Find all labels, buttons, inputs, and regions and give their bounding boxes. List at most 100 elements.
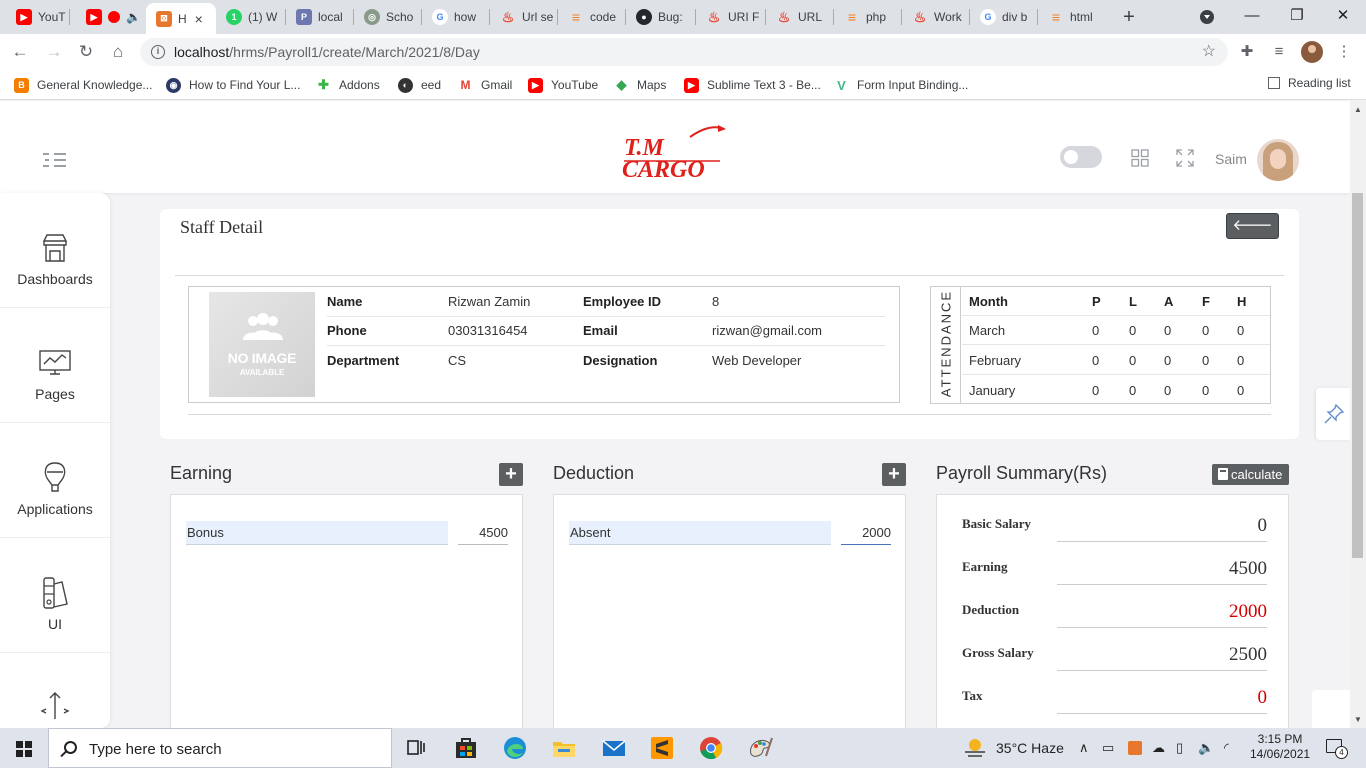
scroll-up-icon[interactable]: ▲ xyxy=(1354,105,1362,114)
extensions-icon[interactable]: ✚ xyxy=(1237,42,1257,62)
restore-icon[interactable]: ❐ xyxy=(1284,4,1310,28)
browser-tab-html[interactable]: ≡ html xyxy=(1038,4,1106,30)
store-app-icon[interactable] xyxy=(452,734,480,762)
deduction-amount-field[interactable]: 2000 xyxy=(841,521,891,545)
tab-search-icon[interactable] xyxy=(1200,10,1214,24)
chrome-icon[interactable] xyxy=(697,734,725,762)
bookmark-addons[interactable]: ✚ Addons xyxy=(316,76,380,94)
sidebar-item-dashboards[interactable]: Dashboards xyxy=(0,193,110,308)
browser-tab-youtube-muted[interactable]: ▶ 🔈 xyxy=(76,4,146,30)
browser-profile-avatar[interactable] xyxy=(1301,41,1323,63)
system-clock[interactable]: 3:15 PM 14/06/2021 xyxy=(1250,732,1310,762)
back-button[interactable]: 🡐 xyxy=(1226,213,1279,239)
browser-tab-phpmyadmin[interactable]: Plocal xyxy=(286,4,354,30)
browser-tab-code[interactable]: ≡ code xyxy=(558,4,626,30)
fullscreen-icon[interactable] xyxy=(1176,149,1194,167)
user-name[interactable]: Saim xyxy=(1215,151,1247,167)
browser-tab-whatsapp[interactable]: 1 (1) W xyxy=(216,4,286,30)
company-logo[interactable]: T.M CARGO xyxy=(620,123,730,193)
bookmark-gmail[interactable]: M Gmail xyxy=(458,76,513,94)
bookmark-maps[interactable]: ◆ Maps xyxy=(614,76,667,94)
bookmark-general-knowledge[interactable]: B General Knowledge... xyxy=(14,76,152,94)
tax-value[interactable]: 0 xyxy=(1057,687,1267,714)
wifi-icon[interactable]: ◜ xyxy=(1224,740,1229,756)
home-icon[interactable]: ⌂ xyxy=(106,40,130,64)
back-arrow-icon[interactable]: ← xyxy=(8,40,32,64)
address-bar[interactable]: i localhost/hrms/Payroll1/create/March/2… xyxy=(140,38,1228,66)
bookmark-how-to-find[interactable]: ◉ How to Find Your L... xyxy=(166,76,300,94)
bookmark-eed[interactable]: ◐ eed xyxy=(398,76,441,94)
weather-haze-icon[interactable] xyxy=(962,736,988,760)
browser-tab-work[interactable]: ♨ Work xyxy=(902,4,970,30)
grid-icon[interactable] xyxy=(1131,149,1149,167)
file-explorer-icon[interactable] xyxy=(550,734,578,762)
new-tab-button[interactable]: + xyxy=(1119,5,1139,29)
sidebar-item-ui[interactable]: UI xyxy=(0,538,110,653)
browser-tab-url-se[interactable]: ♨ Url se xyxy=(490,4,558,30)
browser-tab-school[interactable]: ◎ Scho xyxy=(354,4,422,30)
taskbar-search[interactable]: Type here to search xyxy=(48,728,392,768)
battery-icon[interactable]: ▯ xyxy=(1176,740,1183,756)
url-text[interactable]: localhost/hrms/Payroll1/create/March/202… xyxy=(174,44,480,60)
close-window-icon[interactable]: ✕ xyxy=(1330,4,1356,28)
basic-salary-value[interactable]: 0 xyxy=(1057,515,1267,542)
forward-arrow-icon[interactable]: → xyxy=(42,40,66,64)
notification-center-icon[interactable]: 4 xyxy=(1326,739,1348,759)
bookmark-sublime[interactable]: ▶ Sublime Text 3 - Be... xyxy=(684,76,821,94)
browser-tab-youtube[interactable]: ▶ YouT xyxy=(6,4,70,30)
browser-tab-div-b[interactable]: Gdiv b xyxy=(970,4,1038,30)
reading-list-button[interactable]: Reading list xyxy=(1268,76,1351,90)
deduction-name-field[interactable]: Absent xyxy=(569,521,831,545)
sublime-text-icon[interactable] xyxy=(648,734,676,762)
minimize-icon[interactable]: — xyxy=(1239,4,1265,28)
paint-icon[interactable] xyxy=(746,734,774,762)
pin-button[interactable] xyxy=(1316,388,1350,440)
browser-tab-url[interactable]: ♨ URL xyxy=(766,4,834,30)
speaker-icon[interactable]: 🔈 xyxy=(126,10,141,24)
windows-start-icon[interactable] xyxy=(16,741,32,757)
sidebar-item-applications[interactable]: Applications xyxy=(0,423,110,538)
close-tab-icon[interactable]: × xyxy=(195,11,203,27)
xampp-tray-icon[interactable] xyxy=(1128,741,1142,755)
browser-tab-php[interactable]: ≡ php xyxy=(834,4,902,30)
site-info-icon[interactable]: i xyxy=(151,45,165,59)
weather-text[interactable]: 35°C Haze xyxy=(996,740,1064,756)
volume-icon[interactable]: 🔈 xyxy=(1198,740,1214,756)
task-view-icon[interactable] xyxy=(402,734,430,762)
bookmark-youtube[interactable]: ▶ YouTube xyxy=(528,76,598,94)
att-p: 0 xyxy=(1092,323,1100,338)
deduction-total-value[interactable]: 2000 xyxy=(1057,601,1267,628)
floating-panel[interactable] xyxy=(1312,690,1350,728)
earning-amount-field[interactable]: 4500 xyxy=(458,521,508,545)
browser-tab-hrms[interactable]: ⊠ H × xyxy=(146,3,216,34)
earning-name-field[interactable]: Bonus xyxy=(186,521,448,545)
clock-time: 3:15 PM xyxy=(1257,732,1303,746)
gross-salary-value[interactable]: 2500 xyxy=(1057,644,1267,671)
network-adapter-icon[interactable]: ▭ xyxy=(1102,740,1114,756)
browser-tab-uri-f[interactable]: ♨ URI F xyxy=(696,4,766,30)
user-avatar[interactable] xyxy=(1257,139,1299,181)
earning-panel: Bonus 4500 xyxy=(170,494,523,734)
earning-total-value[interactable]: 4500 xyxy=(1057,558,1267,585)
browser-menu-icon[interactable]: ⋮ xyxy=(1334,42,1354,62)
browser-tab-github[interactable]: ● Bug: xyxy=(626,4,696,30)
scroll-down-icon[interactable]: ▼ xyxy=(1354,715,1362,724)
bookmark-form-input[interactable]: V Form Input Binding... xyxy=(834,76,968,94)
mail-icon[interactable] xyxy=(600,734,628,762)
onedrive-icon[interactable]: ☁ xyxy=(1152,740,1165,756)
page-scrollbar[interactable]: ▲ ▼ xyxy=(1350,101,1366,728)
calculate-button[interactable]: calculate xyxy=(1212,464,1289,485)
add-deduction-button[interactable]: + xyxy=(882,463,906,486)
theme-toggle[interactable] xyxy=(1060,146,1102,168)
browser-tab-google-how[interactable]: Ghow xyxy=(422,4,490,30)
sidebar-item-pages[interactable]: Pages xyxy=(0,308,110,423)
media-control-icon[interactable]: ≡ xyxy=(1269,42,1289,62)
bookmark-star-icon[interactable]: ☆ xyxy=(1202,41,1216,61)
sidebar-item-more[interactable] xyxy=(0,653,110,728)
reload-icon[interactable]: ↻ xyxy=(74,40,98,64)
show-hidden-icons[interactable]: ∧ xyxy=(1079,740,1089,756)
edge-icon[interactable] xyxy=(501,734,529,762)
add-earning-button[interactable]: + xyxy=(499,463,523,486)
menu-toggle-icon[interactable] xyxy=(43,153,67,167)
scrollbar-thumb[interactable] xyxy=(1352,193,1363,558)
